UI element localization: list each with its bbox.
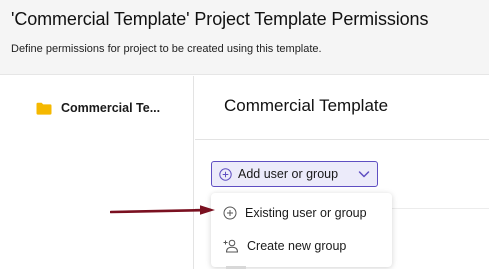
- add-button-label: Add user or group: [238, 167, 339, 181]
- page-subtitle: Define permissions for project to be cre…: [11, 43, 322, 55]
- sidebar-item-commercial-template[interactable]: Commercial Te...: [36, 100, 160, 116]
- page-title: 'Commercial Template' Project Template P…: [11, 9, 429, 29]
- sidebar: Commercial Te...: [0, 76, 194, 269]
- sidebar-item-label: Commercial Te...: [61, 101, 161, 115]
- chevron-down-icon: [358, 168, 370, 180]
- arrow-right-icon: [109, 203, 216, 222]
- menu-item-label: Existing user or group: [245, 205, 367, 220]
- folder-icon: [36, 102, 52, 115]
- page-header: 'Commercial Template' Project Template P…: [0, 0, 489, 75]
- add-dropdown-menu: Existing user or group Create new group: [211, 193, 392, 267]
- project-title: Commercial Template: [224, 96, 389, 115]
- divider: [195, 139, 489, 140]
- add-user-or-group-button[interactable]: Add user or group: [211, 161, 378, 187]
- menu-item-create-new-group[interactable]: Create new group: [211, 229, 392, 262]
- menu-item-label: Create new group: [247, 238, 347, 253]
- menu-item-existing-user-or-group[interactable]: Existing user or group: [211, 196, 392, 229]
- plus-circle-icon: [219, 167, 232, 181]
- plus-circle-icon: [223, 206, 237, 220]
- add-user-icon: [223, 239, 239, 253]
